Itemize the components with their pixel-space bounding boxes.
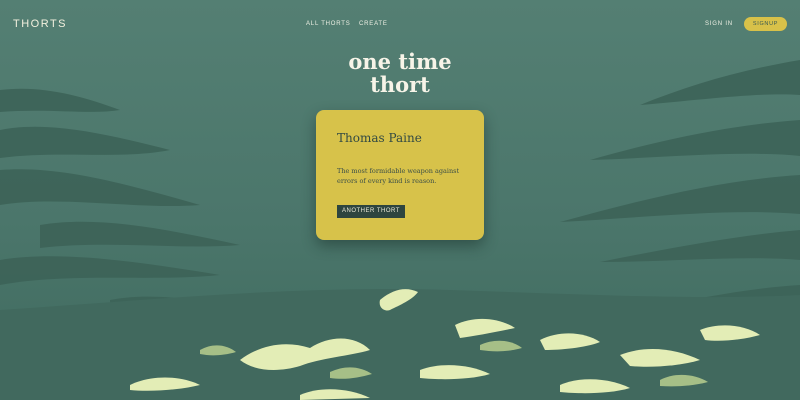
hero-title-line2: thort bbox=[370, 72, 430, 97]
nav-all-thorts-link[interactable]: ALL THORTS bbox=[306, 21, 351, 27]
signup-button[interactable]: SIGNUP bbox=[744, 17, 787, 31]
quote-text: The most formidable weapon against error… bbox=[337, 167, 460, 185]
another-thort-button[interactable]: ANOTHER THORT bbox=[337, 205, 405, 218]
top-nav: THORTS ALL THORTS CREATE SIGN IN SIGNUP bbox=[0, 0, 800, 50]
sign-in-link[interactable]: SIGN IN bbox=[705, 21, 733, 27]
logo[interactable]: THORTS bbox=[13, 18, 67, 30]
hero-title: one time thort bbox=[300, 50, 500, 96]
thort-card: Thomas Paine The most formidable weapon … bbox=[316, 110, 484, 240]
quote-author: Thomas Paine bbox=[337, 131, 422, 145]
nav-create-link[interactable]: CREATE bbox=[359, 21, 388, 27]
hero-title-line1: one time bbox=[348, 49, 452, 74]
